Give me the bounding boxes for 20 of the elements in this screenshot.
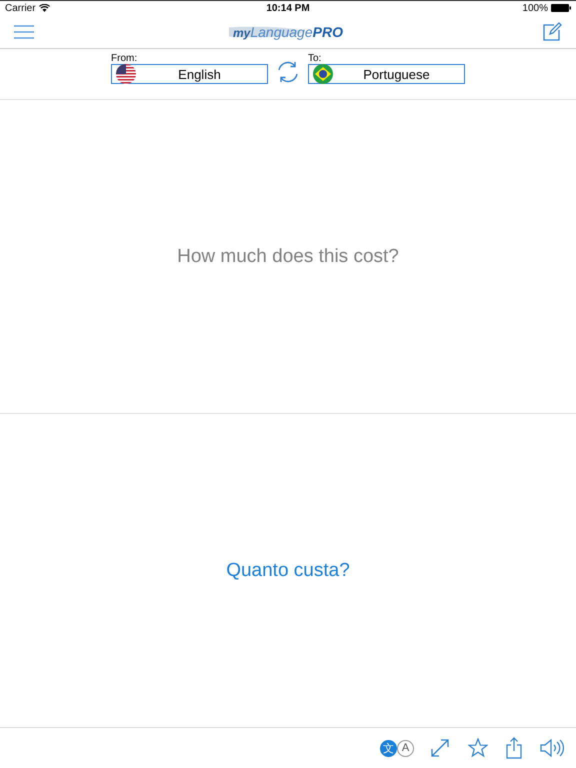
script-toggle[interactable]: 文 A xyxy=(380,740,414,756)
latin-script-option: A xyxy=(397,740,414,756)
flag-icon xyxy=(116,64,136,84)
battery-percent: 100% xyxy=(522,2,548,14)
source-language-selector[interactable]: English xyxy=(111,64,268,84)
speaker-button[interactable] xyxy=(538,736,566,760)
menu-button[interactable] xyxy=(12,22,36,40)
to-label: To: xyxy=(308,53,322,64)
carrier-name: Carrier xyxy=(5,2,36,14)
from-label: From: xyxy=(111,53,138,64)
flag-icon xyxy=(313,64,333,84)
native-script-option: 文 xyxy=(380,740,397,756)
target-language-selector[interactable]: Portuguese xyxy=(308,64,465,84)
source-text: How much does this cost? xyxy=(177,246,399,268)
translation-text: Quanto custa? xyxy=(226,560,350,582)
wifi-icon xyxy=(38,4,50,12)
favorite-button[interactable] xyxy=(466,736,490,760)
battery-icon xyxy=(550,4,571,12)
share-button[interactable] xyxy=(504,735,524,761)
status-time: 10:14 PM xyxy=(266,2,310,14)
